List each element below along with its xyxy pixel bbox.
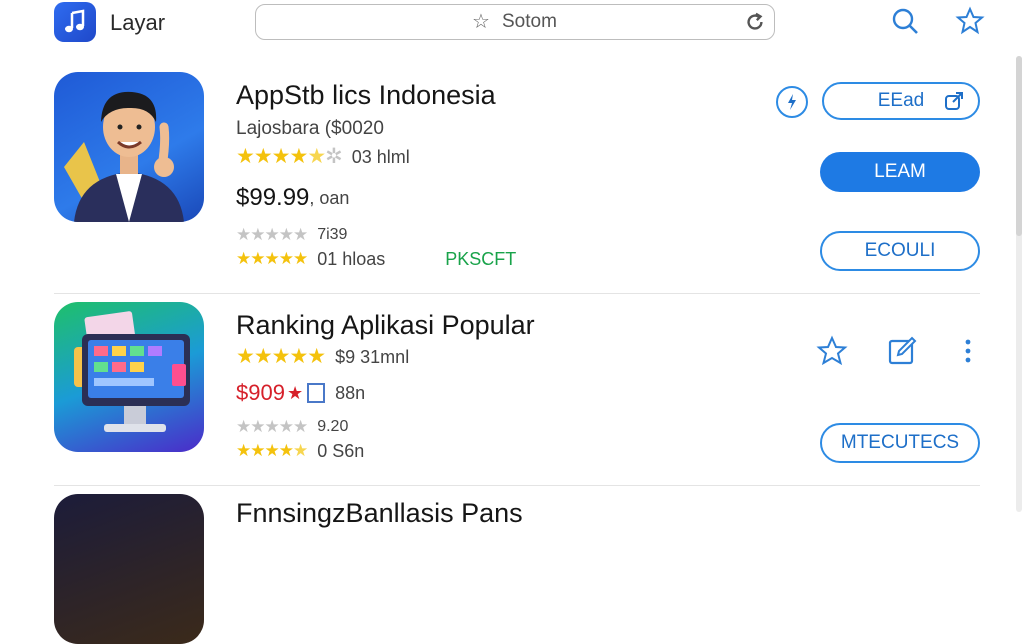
downloads-row: ★★★★★ 0 S6n — [236, 440, 364, 462]
star-rating: ★★★★★ — [236, 249, 308, 268]
downloads-row: ★★★★★ 01 hloas PKSCFT — [236, 248, 516, 270]
more-icon[interactable] — [952, 335, 984, 367]
search-text: Sotom — [502, 11, 557, 32]
app-title[interactable]: Ranking Aplikasi Popular — [236, 310, 535, 341]
monitor-icon — [74, 311, 190, 432]
list-icon — [307, 383, 326, 403]
scrollbar[interactable] — [1016, 56, 1022, 512]
rating-row: ★★★★★ $9 31mnl — [236, 346, 409, 368]
score: 9.20 — [317, 418, 349, 435]
edit-icon[interactable] — [886, 335, 918, 367]
score: 7i39 — [317, 226, 348, 243]
star-rating: ★★★★★✲ — [236, 145, 343, 168]
read-button[interactable]: EEad — [822, 82, 980, 120]
ecouli-button[interactable]: ECOULI — [820, 231, 980, 271]
sale-star-icon: ★ — [286, 382, 304, 403]
app-title[interactable]: AppStb lics Indonesia — [236, 80, 496, 111]
flash-button[interactable] — [776, 86, 808, 118]
search-icon[interactable] — [890, 6, 920, 36]
app-subtitle: Lajosbara ($0020 — [236, 118, 384, 139]
price-suffix: , oan — [309, 187, 350, 208]
more-info-button[interactable]: MTECUTECS — [820, 423, 980, 463]
star-rating: ★★★★★ — [236, 225, 308, 244]
music-icon — [65, 9, 85, 33]
star-rating: ★★★★★ — [236, 417, 308, 436]
app-logo[interactable] — [54, 2, 96, 42]
divider — [54, 485, 980, 486]
learn-button[interactable]: LEAM — [820, 152, 980, 192]
score-row: ★★★★★ 7i39 — [236, 224, 347, 246]
refresh-icon[interactable] — [744, 11, 766, 33]
downloads: 0 S6n — [317, 440, 365, 461]
price-row: $909 ★ 88n — [236, 380, 365, 406]
rating-count: 03 hlml — [351, 146, 410, 167]
app-name: Layar — [110, 10, 166, 35]
avatar — [64, 91, 184, 222]
ecouli-label: ECOULI — [864, 240, 936, 261]
learn-label: LEAM — [874, 161, 926, 182]
star-rating: ★★★★★ — [236, 345, 326, 368]
star-rating: ★★★★★ — [236, 441, 308, 460]
divider — [54, 293, 980, 294]
favorite-icon[interactable] — [955, 6, 985, 36]
publisher[interactable]: PKSCFT — [445, 249, 516, 270]
price-row: $99.99 , oan — [236, 184, 349, 212]
sale-price: $909 — [236, 380, 285, 405]
star-icon: ☆ — [472, 11, 490, 33]
read-label: EEad — [877, 90, 925, 111]
app-thumbnail[interactable] — [54, 72, 204, 222]
score-row: ★★★★★ 9.20 — [236, 416, 348, 438]
app-thumbnail[interactable] — [54, 302, 204, 452]
search-bar[interactable]: ☆ Sotom — [255, 4, 775, 40]
rating-row: ★★★★★✲ 03 hlml — [236, 146, 410, 168]
scroll-thumb[interactable] — [1016, 56, 1022, 236]
price-suffix: 88n — [335, 382, 366, 403]
flash-icon — [788, 94, 796, 110]
app-title[interactable]: FnnsingzBanllasis Pans — [236, 498, 523, 529]
rating-count: $9 31mnl — [335, 346, 410, 367]
app-thumbnail[interactable] — [54, 494, 204, 644]
price: $99.99 — [236, 184, 310, 211]
more-info-label: MTECUTECS — [840, 432, 960, 453]
downloads: 01 hloas — [317, 248, 386, 269]
share-icon — [945, 92, 963, 110]
star-icon[interactable] — [816, 335, 848, 367]
